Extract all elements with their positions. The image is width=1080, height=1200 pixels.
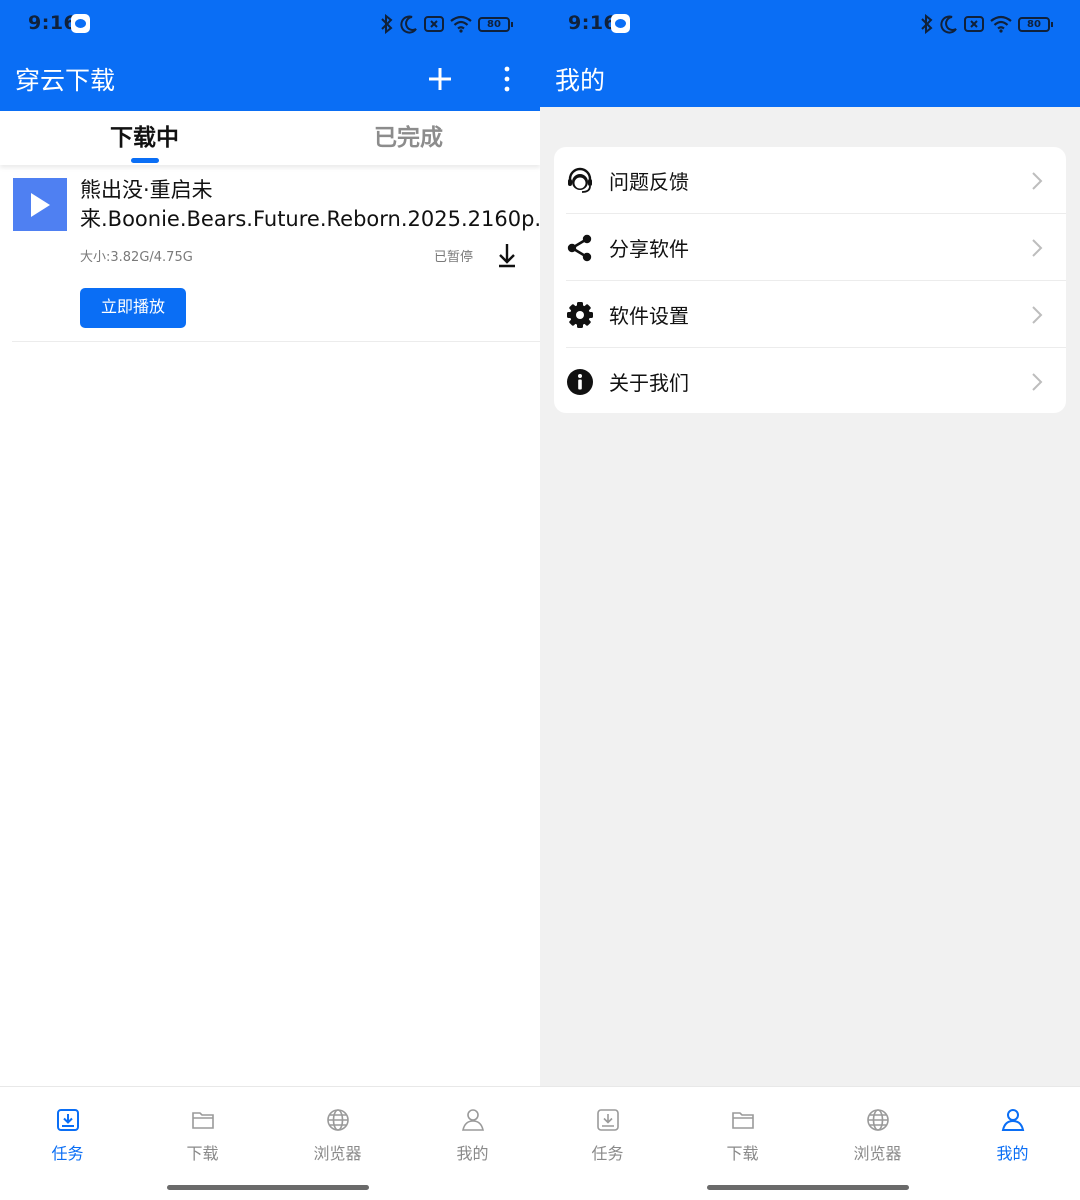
status-bar: 9:16 80 [0, 0, 540, 48]
page-title: 穿云下载 [15, 66, 116, 95]
profile-screen: 9:16 80 我的 问题反馈 分享软件 软件设置 关于我们 任务 下载 浏览器… [540, 0, 1080, 1200]
nav-mine-label: 我的 [996, 1144, 1029, 1163]
bluetooth-icon [921, 14, 933, 34]
nav-downloads-label: 下载 [726, 1144, 759, 1163]
task-title: 熊出没·重启未 来.Boonie.Bears.Future.Reborn.202… [80, 176, 540, 234]
home-indicator[interactable] [167, 1185, 369, 1190]
plus-icon [429, 68, 451, 90]
downloads-screen: 9:16 80 穿云下载 下载中 已完成 熊出没·重启未 来.Boonie.Be… [0, 0, 540, 1200]
menu-item-feedback[interactable]: 问题反馈 [566, 147, 1066, 214]
more-menu-button[interactable] [488, 60, 526, 98]
nav-mine[interactable]: 我的 [945, 1087, 1080, 1167]
menu-item-about[interactable]: 关于我们 [566, 348, 1066, 415]
play-icon [31, 192, 50, 217]
person-icon [1001, 1109, 1025, 1131]
status-time: 9:16 [568, 12, 618, 34]
chevron-right-icon [1032, 172, 1043, 190]
status-bar: 9:16 80 [540, 0, 1080, 48]
nav-browser-label: 浏览器 [853, 1144, 902, 1163]
chevron-right-icon [1032, 373, 1043, 391]
chevron-right-icon [1032, 239, 1043, 257]
app-notification-icon [611, 14, 630, 33]
more-vertical-icon [504, 66, 510, 92]
sim-off-icon [964, 16, 984, 32]
inbox-download-icon [57, 1109, 79, 1131]
sim-off-icon [424, 16, 444, 32]
page-title: 我的 [555, 66, 606, 95]
bottom-nav: 任务 下载 浏览器 我的 [540, 1086, 1080, 1200]
nav-browser[interactable]: 浏览器 [270, 1087, 405, 1167]
moon-icon [940, 15, 957, 34]
nav-downloads-label: 下载 [186, 1144, 219, 1163]
nav-browser[interactable]: 浏览器 [810, 1087, 945, 1167]
globe-icon [867, 1109, 889, 1131]
download-task-item[interactable]: 熊出没·重启未 来.Boonie.Bears.Future.Reborn.202… [12, 166, 540, 342]
share-icon [567, 234, 592, 262]
wifi-icon [450, 15, 472, 33]
app-bar: 我的 [540, 48, 1080, 107]
chevron-right-icon [1032, 306, 1043, 324]
info-icon [567, 369, 593, 395]
nav-mine-label: 我的 [456, 1144, 489, 1163]
menu-label-settings: 软件设置 [609, 304, 689, 328]
status-time: 9:16 [28, 12, 78, 34]
nav-tasks-label: 任务 [591, 1144, 624, 1163]
menu-label-feedback: 问题反馈 [609, 170, 689, 194]
nav-mine[interactable]: 我的 [405, 1087, 540, 1167]
home-indicator[interactable] [707, 1185, 909, 1190]
task-status: 已暂停 [434, 250, 474, 265]
nav-downloads[interactable]: 下载 [675, 1087, 810, 1167]
nav-tasks-label: 任务 [51, 1144, 84, 1163]
tab-downloading[interactable]: 下载中 [10, 111, 280, 165]
bluetooth-icon [381, 14, 393, 34]
menu-label-share: 分享软件 [609, 237, 689, 261]
tab-completed[interactable]: 已完成 [270, 111, 540, 165]
settings-menu: 问题反馈 分享软件 软件设置 关于我们 [554, 147, 1066, 413]
moon-icon [400, 15, 417, 34]
task-title-line-1: 熊出没·重启未 [80, 178, 213, 202]
nav-tasks[interactable]: 任务 [0, 1087, 135, 1167]
headset-icon [568, 167, 592, 193]
gear-icon [567, 302, 593, 328]
tab-bar: 下载中 已完成 [0, 111, 540, 165]
status-icons: 80 [920, 12, 1053, 36]
wifi-icon [990, 15, 1012, 33]
menu-item-share[interactable]: 分享软件 [566, 214, 1066, 281]
folder-icon [732, 1112, 754, 1129]
download-arrow-icon[interactable] [496, 242, 518, 268]
menu-label-about: 关于我们 [609, 371, 689, 395]
app-notification-icon [71, 14, 90, 33]
nav-tasks[interactable]: 任务 [540, 1087, 675, 1167]
globe-icon [327, 1109, 349, 1131]
battery-icon: 80 [1018, 16, 1053, 32]
play-now-button[interactable]: 立即播放 [80, 288, 186, 328]
nav-browser-label: 浏览器 [313, 1144, 362, 1163]
task-title-line-2: 来.Boonie.Bears.Future.Reborn.2025.2160p.… [80, 207, 540, 231]
folder-icon [192, 1112, 214, 1129]
person-icon [462, 1109, 484, 1131]
tab-indicator [131, 158, 159, 163]
nav-downloads[interactable]: 下载 [135, 1087, 270, 1167]
app-bar: 穿云下载 [0, 48, 540, 111]
video-thumbnail [13, 178, 67, 231]
add-button[interactable] [421, 60, 459, 98]
task-size: 大小:3.82G/4.75G [80, 250, 193, 265]
bottom-nav: 任务 下载 浏览器 我的 [0, 1086, 540, 1200]
menu-item-settings[interactable]: 软件设置 [566, 281, 1066, 348]
inbox-download-icon [597, 1109, 619, 1131]
battery-icon: 80 [478, 16, 513, 32]
status-icons: 80 [380, 12, 513, 36]
